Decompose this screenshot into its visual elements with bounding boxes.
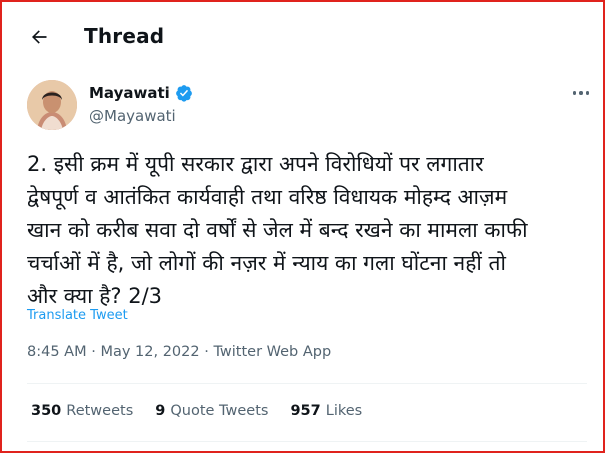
tweet-meta: 8:45 AM · May 12, 2022 · Twitter Web App — [27, 344, 331, 360]
page-title: Thread — [84, 24, 165, 48]
likes-count: 957 — [290, 403, 321, 419]
retweets-count: 350 — [31, 403, 62, 419]
meta-separator: · — [91, 344, 96, 360]
tweet-source[interactable]: Twitter Web App — [213, 344, 331, 360]
retweets-stat[interactable]: 350 Retweets — [31, 403, 133, 419]
tweet-text: 2. इसी क्रम में यूपी सरकार द्वारा अपने व… — [27, 152, 528, 308]
more-dots-icon — [572, 91, 577, 95]
tweet-time[interactable]: 8:45 AM — [27, 344, 87, 360]
quotes-label: Quote Tweets — [170, 403, 269, 419]
divider — [27, 383, 587, 384]
retweets-label: Retweets — [66, 403, 134, 419]
tweet-stats: 350 Retweets 9 Quote Tweets 957 Likes — [31, 403, 384, 419]
likes-label: Likes — [325, 403, 363, 419]
author-name-row[interactable]: Mayawati — [89, 84, 193, 102]
quote-tweets-stat[interactable]: 9 Quote Tweets — [155, 403, 268, 419]
author-name[interactable]: Mayawati — [89, 84, 170, 102]
avatar[interactable] — [27, 80, 77, 130]
quotes-count: 9 — [155, 403, 166, 419]
back-button[interactable] — [26, 24, 52, 50]
tweet-date[interactable]: May 12, 2022 — [100, 344, 199, 360]
verified-badge-icon — [175, 85, 192, 102]
divider — [27, 441, 587, 442]
likes-stat[interactable]: 957 Likes — [290, 403, 362, 419]
more-dot — [585, 91, 590, 95]
author-handle[interactable]: @Mayawati — [89, 107, 176, 125]
translate-tweet-link[interactable]: Translate Tweet — [27, 308, 128, 323]
meta-separator: · — [204, 344, 209, 360]
avatar-image — [27, 80, 77, 130]
more-options-button[interactable] — [570, 84, 592, 102]
more-dot — [579, 91, 583, 95]
arrow-left-icon — [32, 30, 47, 44]
